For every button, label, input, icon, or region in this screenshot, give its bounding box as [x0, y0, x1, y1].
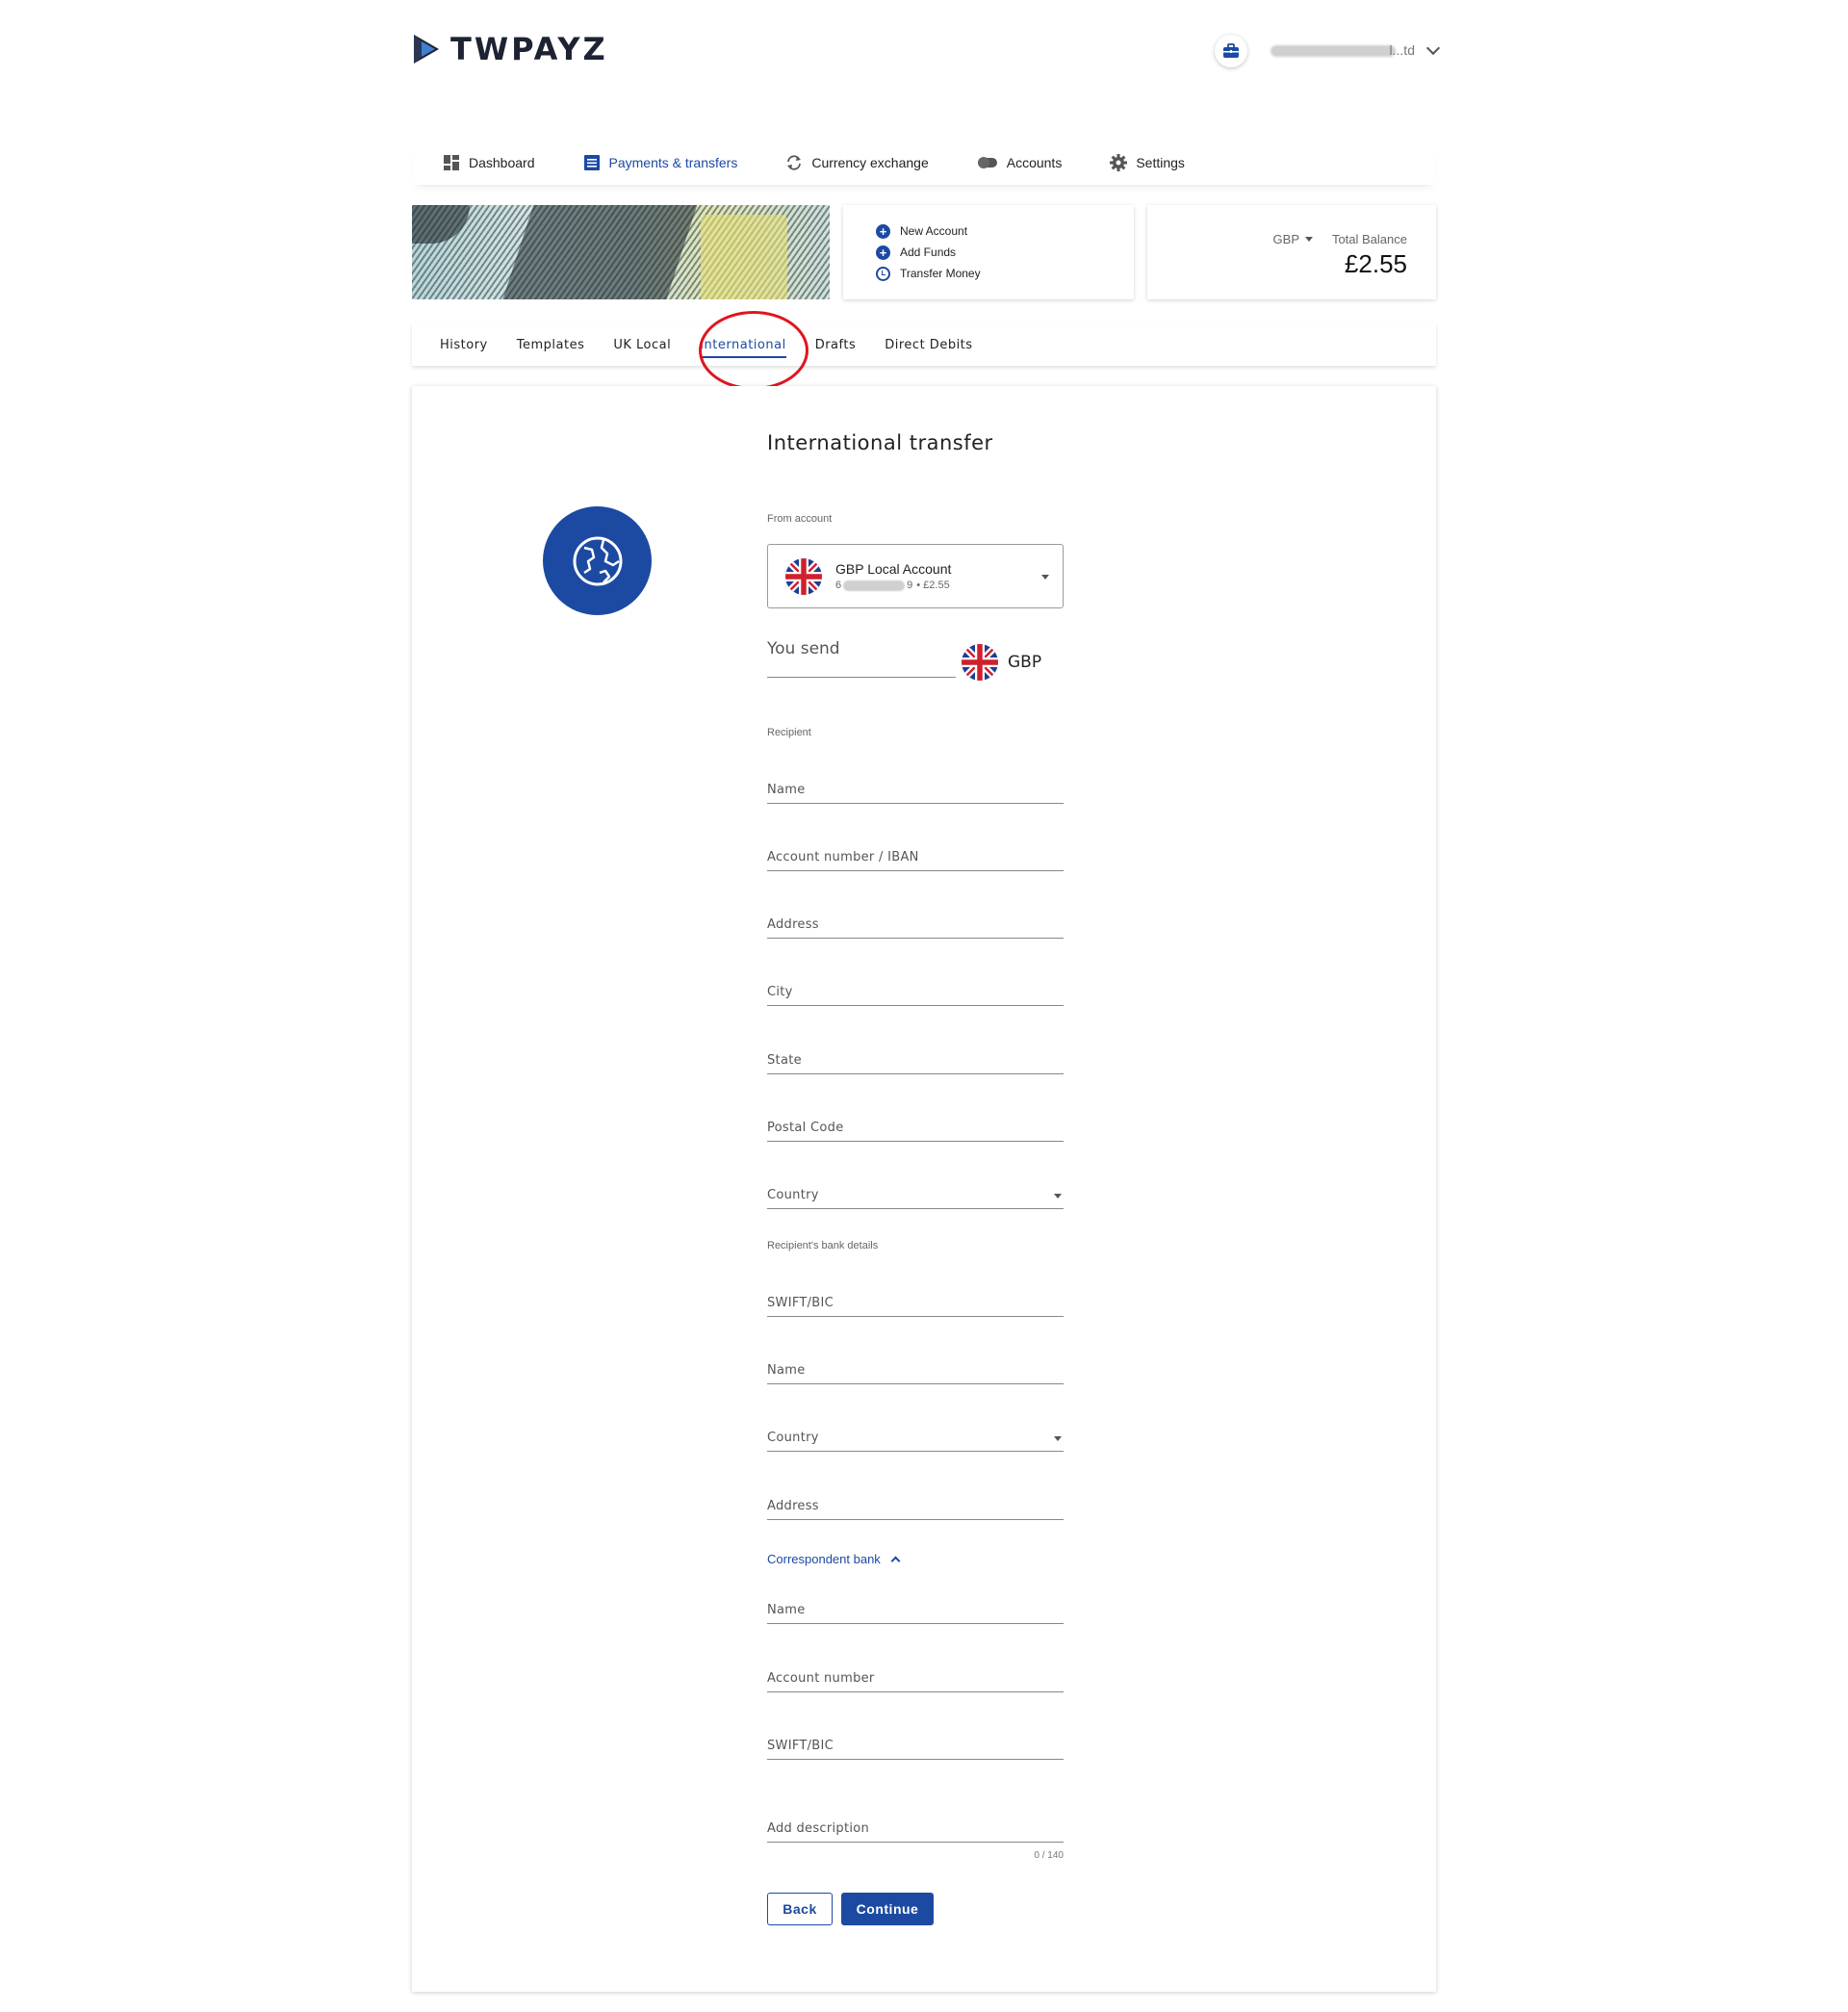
- gear-icon: [1110, 154, 1128, 171]
- country-placeholder: Country: [767, 1431, 819, 1445]
- recipient-country-select[interactable]: Country: [767, 1188, 1064, 1209]
- plus-circle-icon: +: [876, 245, 890, 260]
- amount-input[interactable]: You send: [767, 639, 956, 678]
- continue-button[interactable]: Continue: [841, 1893, 934, 1925]
- country-placeholder: Country: [767, 1188, 819, 1202]
- logo-mark-icon: [412, 33, 441, 65]
- main-nav: Dashboard Payments & transfers Currency …: [412, 141, 1436, 185]
- nav-item-payments[interactable]: Payments & transfers: [552, 141, 756, 185]
- nav-item-label: Accounts: [1006, 155, 1063, 170]
- account-name: GBP Local Account: [835, 561, 952, 577]
- nav-item-label: Settings: [1136, 155, 1185, 170]
- tab-templates[interactable]: Templates: [502, 323, 600, 366]
- balance-label: Total Balance: [1331, 232, 1407, 246]
- recipient-state-field[interactable]: State: [767, 1053, 1064, 1074]
- payments-subtabs: History Templates UK Local International…: [412, 323, 1436, 366]
- nav-item-label: Payments & transfers: [608, 155, 738, 170]
- recipient-postal-code-field[interactable]: Postal Code: [767, 1121, 1064, 1142]
- brand-name: TWPAYZ: [450, 31, 608, 67]
- back-button[interactable]: Back: [767, 1893, 833, 1925]
- account-name-text: l...td: [1389, 42, 1415, 58]
- bank-address-field[interactable]: Address: [767, 1499, 1064, 1520]
- toggle-accounts-icon: [977, 157, 997, 168]
- account-name: l...td: [1261, 42, 1415, 60]
- red-highlight-circle: [699, 311, 808, 390]
- tab-uk-local[interactable]: UK Local: [599, 323, 685, 366]
- balance-amount: £2.55: [1344, 249, 1407, 278]
- caret-down-icon: [1305, 237, 1313, 242]
- description-char-counter: 0 / 140: [1034, 1850, 1064, 1861]
- correspondent-bank-toggle[interactable]: Correspondent bank: [767, 1552, 901, 1566]
- chevron-down-icon[interactable]: [1425, 40, 1441, 56]
- balance-currency-select[interactable]: GBP: [1273, 232, 1313, 246]
- account-number-suffix: 9: [907, 580, 913, 591]
- account-details: 6 9 • £2.55: [835, 580, 951, 591]
- user-menu[interactable]: l...td: [1215, 35, 1441, 67]
- send-currency: GBP: [962, 644, 1041, 681]
- quick-actions-card: + New Account + Add Funds Transfer Money: [843, 205, 1134, 299]
- uk-flag-icon: [962, 644, 998, 681]
- action-label: New Account: [900, 224, 968, 238]
- banknote-banner-image: [412, 205, 830, 299]
- new-account-action[interactable]: + New Account: [876, 220, 1134, 242]
- dashboard-icon: [444, 155, 459, 170]
- nav-item-dashboard[interactable]: Dashboard: [412, 141, 552, 185]
- transfer-money-action[interactable]: Transfer Money: [876, 263, 1134, 284]
- recipient-address-field[interactable]: Address: [767, 917, 1064, 939]
- total-balance-card: GBP Total Balance £2.55: [1147, 205, 1436, 299]
- bank-name-field[interactable]: Name: [767, 1363, 1064, 1384]
- clock-circle-icon: [876, 266, 890, 281]
- redacted-mask: [843, 580, 906, 591]
- caret-down-icon: [1041, 575, 1049, 580]
- correspondent-account-number-field[interactable]: Account number: [767, 1671, 1064, 1692]
- brand-logo[interactable]: TWPAYZ: [412, 31, 608, 67]
- nav-item-settings[interactable]: Settings: [1079, 141, 1202, 185]
- bank-country-select[interactable]: Country: [767, 1431, 1064, 1452]
- uk-flag-icon: [785, 557, 822, 595]
- recipient-section-label: Recipient: [767, 727, 811, 738]
- caret-down-icon: [1054, 1436, 1062, 1441]
- tab-direct-debits[interactable]: Direct Debits: [870, 323, 987, 366]
- action-label: Add Funds: [900, 245, 957, 259]
- caret-down-icon: [1054, 1194, 1062, 1199]
- chevron-up-icon: [890, 1556, 901, 1566]
- recipient-city-field[interactable]: City: [767, 985, 1064, 1006]
- plus-circle-icon: +: [876, 223, 890, 239]
- description-input[interactable]: Add description: [767, 1821, 1064, 1843]
- nav-item-label: Dashboard: [469, 155, 535, 170]
- bank-swift-field[interactable]: SWIFT/BIC: [767, 1296, 1064, 1317]
- account-balance: • £2.55: [916, 580, 950, 591]
- globe-icon: [543, 506, 652, 615]
- correspondent-name-field[interactable]: Name: [767, 1603, 1064, 1624]
- tab-history[interactable]: History: [412, 323, 502, 366]
- nav-item-currency-exchange[interactable]: Currency exchange: [755, 141, 945, 185]
- account-number-prefix: 6: [835, 580, 842, 591]
- balance-currency: GBP: [1272, 232, 1299, 246]
- nav-item-accounts[interactable]: Accounts: [946, 141, 1080, 185]
- add-funds-action[interactable]: + Add Funds: [876, 242, 1134, 263]
- tab-drafts[interactable]: Drafts: [801, 323, 871, 366]
- page-title: International transfer: [767, 431, 993, 454]
- briefcase-icon: [1215, 35, 1247, 67]
- correspondent-bank-label: Correspondent bank: [767, 1552, 881, 1566]
- correspondent-swift-field[interactable]: SWIFT/BIC: [767, 1739, 1064, 1760]
- document-list-icon: [583, 155, 600, 170]
- from-account-select[interactable]: GBP Local Account 6 9 • £2.55: [767, 544, 1064, 608]
- recipient-name-field[interactable]: Name: [767, 783, 1064, 804]
- send-currency-code: GBP: [1008, 653, 1042, 672]
- action-label: Transfer Money: [900, 267, 981, 280]
- exchange-arrows-icon: [787, 155, 802, 170]
- from-account-label: From account: [767, 513, 833, 525]
- bank-details-section-label: Recipient's bank details: [767, 1240, 879, 1251]
- recipient-account-number-field[interactable]: Account number / IBAN: [767, 850, 1064, 871]
- nav-item-label: Currency exchange: [811, 155, 929, 170]
